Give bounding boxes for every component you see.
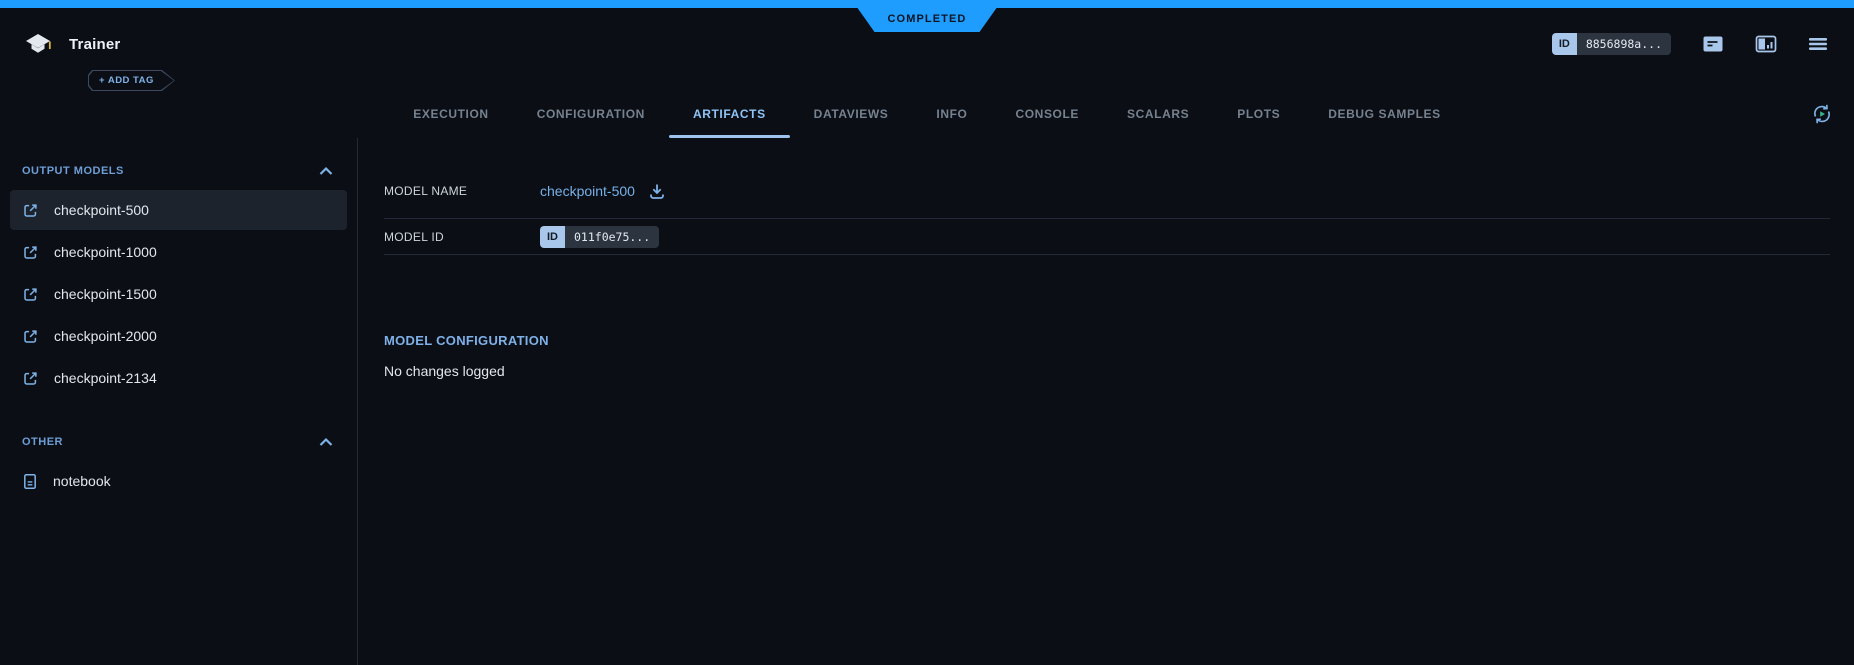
model-name-value: checkpoint-500: [540, 182, 667, 201]
sidebar-item-checkpoint-1500[interactable]: checkpoint-1500: [10, 274, 347, 314]
model-id-row: MODEL ID ID 011f0e75...: [384, 219, 1830, 254]
details-icon[interactable]: [1702, 34, 1724, 54]
section-title: OUTPUT MODELS: [22, 165, 124, 177]
sidebar-item-checkpoint-1000[interactable]: checkpoint-1000: [10, 232, 347, 272]
model-name-link[interactable]: checkpoint-500: [540, 183, 635, 199]
external-link-icon: [22, 328, 39, 345]
sidebar-item-notebook[interactable]: notebook: [10, 461, 347, 501]
tab-console[interactable]: CONSOLE: [991, 90, 1103, 138]
experiment-id-badge[interactable]: ID 8856898a...: [1552, 33, 1671, 55]
content: OUTPUT MODELS checkpoint-500: [0, 138, 1854, 665]
model-name-row: MODEL NAME checkpoint-500: [384, 164, 1830, 218]
chevron-up-icon[interactable]: [319, 437, 333, 447]
sidebar-item-checkpoint-500[interactable]: checkpoint-500: [10, 190, 347, 230]
tab-debug-samples[interactable]: DEBUG SAMPLES: [1304, 90, 1464, 138]
tab-info[interactable]: INFO: [912, 90, 991, 138]
sidebar-item-label: checkpoint-2000: [54, 328, 157, 344]
sidebar-item-checkpoint-2134[interactable]: checkpoint-2134: [10, 358, 347, 398]
document-icon: [22, 473, 38, 490]
sidebar-item-checkpoint-2000[interactable]: checkpoint-2000: [10, 316, 347, 356]
sidebar-item-label: checkpoint-2134: [54, 370, 157, 386]
tab-artifacts[interactable]: ARTIFACTS: [669, 90, 790, 138]
add-tag-label: + ADD TAG: [89, 71, 174, 90]
sidebar-item-label: checkpoint-1000: [54, 244, 157, 260]
tab-plots[interactable]: PLOTS: [1213, 90, 1304, 138]
tab-scalars[interactable]: SCALARS: [1103, 90, 1213, 138]
model-name-label: MODEL NAME: [384, 184, 540, 198]
section-output-models: OUTPUT MODELS checkpoint-500: [0, 153, 357, 398]
model-configuration-section: MODEL CONFIGURATION No changes logged: [384, 333, 1830, 379]
tab-execution[interactable]: EXECUTION: [389, 90, 512, 138]
external-link-icon: [22, 370, 39, 387]
external-link-icon: [22, 244, 39, 261]
id-chip-label: ID: [1552, 33, 1577, 55]
model-id-label: MODEL ID: [384, 230, 540, 244]
artifact-details-panel: MODEL NAME checkpoint-500 MODEL ID ID 01…: [358, 138, 1854, 665]
tab-dataviews[interactable]: DATAVIEWS: [790, 90, 913, 138]
brand: Trainer: [24, 32, 120, 56]
top-accent-bar: [0, 0, 1854, 8]
tab-configuration[interactable]: CONFIGURATION: [513, 90, 669, 138]
section-title: OTHER: [22, 436, 63, 448]
sidebar-item-label: checkpoint-500: [54, 202, 149, 218]
tab-bar: EXECUTION CONFIGURATION ARTIFACTS DATAVI…: [0, 90, 1854, 138]
page-title: Trainer: [69, 36, 120, 53]
external-link-icon: [22, 202, 39, 219]
divider: [384, 254, 1830, 255]
sidebar-item-label: checkpoint-1500: [54, 286, 157, 302]
workspace-panel-icon[interactable]: [1755, 34, 1777, 54]
header-right-controls: ID 8856898a...: [1552, 33, 1828, 55]
sidebar-item-label: notebook: [53, 473, 111, 489]
artifacts-sidebar: OUTPUT MODELS checkpoint-500: [0, 138, 358, 665]
model-id-value: ID 011f0e75...: [540, 226, 659, 248]
id-chip-value: 011f0e75...: [565, 226, 659, 248]
add-tag-button[interactable]: + ADD TAG: [88, 70, 175, 91]
menu-icon[interactable]: [1808, 35, 1828, 53]
header: Trainer + ADD TAG ID 8856898a...: [0, 8, 1854, 90]
tabs: EXECUTION CONFIGURATION ARTIFACTS DATAVI…: [0, 90, 1854, 138]
model-configuration-title: MODEL CONFIGURATION: [384, 333, 1830, 348]
section-header-other: OTHER: [0, 424, 357, 460]
external-link-icon: [22, 286, 39, 303]
download-icon[interactable]: [647, 182, 667, 201]
model-configuration-message: No changes logged: [384, 363, 1830, 379]
chevron-up-icon[interactable]: [319, 166, 333, 176]
section-header-output-models: OUTPUT MODELS: [0, 153, 357, 189]
section-other: OTHER notebook: [0, 424, 357, 501]
auto-refresh-icon[interactable]: [1810, 102, 1834, 126]
id-chip-value: 8856898a...: [1577, 33, 1671, 55]
model-id-badge[interactable]: ID 011f0e75...: [540, 226, 659, 248]
graduation-cap-icon: [24, 32, 52, 56]
id-chip-label: ID: [540, 226, 565, 248]
